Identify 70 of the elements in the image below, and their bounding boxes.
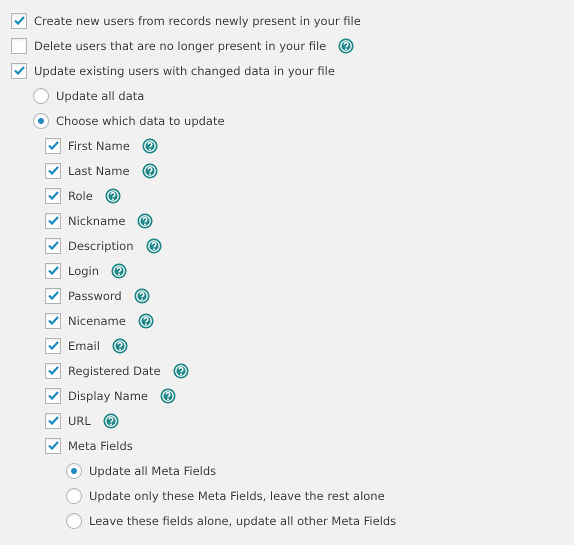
check-icon — [48, 366, 58, 375]
option-label: Description — [68, 238, 134, 252]
check-icon — [48, 216, 58, 225]
checkbox[interactable] — [45, 162, 61, 178]
check-icon — [48, 441, 58, 450]
option-label: URL — [68, 414, 91, 428]
option-label: Password — [68, 288, 122, 302]
option-label: Last Name — [68, 164, 130, 178]
radio-button[interactable] — [66, 488, 82, 504]
check-icon — [48, 191, 58, 200]
option-label: Leave these fields alone, update all other Meta Fields — [89, 514, 396, 528]
checkbox[interactable] — [45, 438, 61, 454]
help-icon[interactable] — [146, 238, 162, 254]
option-label: Login — [68, 264, 100, 278]
option-label: Create new users from records newly present in your file — [34, 14, 361, 28]
checkbox[interactable] — [45, 362, 61, 378]
help-icon[interactable] — [137, 212, 154, 228]
checkbox[interactable] — [11, 38, 27, 54]
option-label: Nicename — [68, 314, 126, 328]
checkbox[interactable] — [45, 212, 61, 228]
help-icon[interactable] — [112, 338, 128, 354]
checkbox[interactable] — [45, 412, 61, 428]
checkbox[interactable] — [45, 388, 61, 404]
help-icon[interactable] — [102, 412, 119, 428]
check-icon — [48, 291, 58, 300]
checkbox[interactable] — [45, 312, 61, 328]
check-icon — [48, 166, 58, 175]
checkbox[interactable] — [45, 338, 61, 354]
option-label: Display Name — [68, 388, 148, 402]
option-label: Update only these Meta Fields, leave the rest alone — [89, 488, 385, 502]
check-icon — [14, 16, 24, 25]
option-label: Email — [68, 338, 100, 352]
option-label: First Name — [68, 138, 130, 152]
help-icon[interactable] — [111, 262, 128, 278]
check-icon — [48, 141, 58, 150]
checkbox[interactable] — [11, 12, 27, 28]
checkbox[interactable] — [45, 138, 61, 154]
help-icon[interactable] — [338, 38, 354, 54]
check-icon — [48, 416, 58, 425]
help-icon[interactable] — [134, 288, 150, 304]
option-label: Delete users that are no longer present in your file — [34, 38, 326, 52]
option-label: Update all Meta Fields — [89, 464, 216, 478]
option-label: Role — [68, 188, 93, 202]
option-label: Update all data — [56, 88, 144, 102]
checkbox[interactable] — [11, 62, 27, 78]
checkbox[interactable] — [45, 262, 61, 278]
checkbox[interactable] — [45, 288, 61, 304]
check-icon — [48, 241, 58, 250]
radio-button[interactable] — [33, 112, 49, 128]
option-label: Update existing users with changed data in your file — [34, 64, 335, 78]
radio-button[interactable] — [66, 512, 82, 528]
radio-button[interactable] — [66, 462, 82, 478]
check-icon — [14, 66, 24, 75]
option-label: Registered Date — [68, 364, 161, 378]
help-icon[interactable] — [104, 188, 121, 204]
check-icon — [48, 391, 58, 400]
check-icon — [48, 341, 58, 350]
help-icon[interactable] — [138, 312, 154, 328]
help-icon[interactable] — [142, 162, 158, 178]
checkbox[interactable] — [45, 238, 61, 254]
option-label: Nickname — [68, 214, 126, 228]
option-label: Choose which data to update — [56, 114, 225, 128]
check-icon — [48, 316, 58, 325]
checkbox[interactable] — [45, 188, 61, 204]
option-label: Meta Fields — [68, 438, 133, 452]
radio-button[interactable] — [33, 88, 49, 104]
help-icon[interactable] — [142, 138, 158, 154]
help-icon[interactable] — [172, 362, 189, 378]
check-icon — [48, 266, 58, 275]
help-icon[interactable] — [160, 388, 176, 404]
